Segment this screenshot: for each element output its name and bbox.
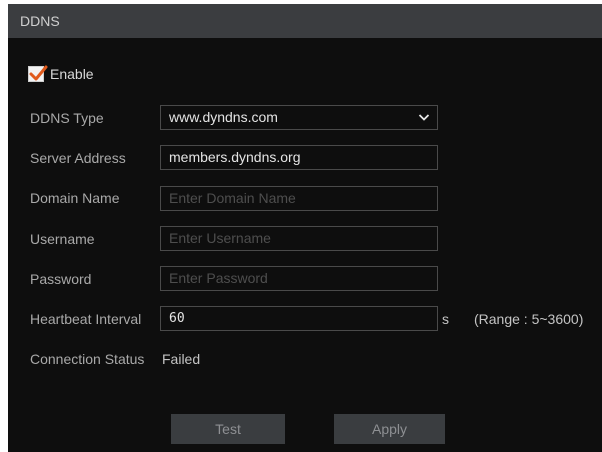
- test-button[interactable]: Test: [171, 414, 285, 444]
- ddns-panel: DDNS Enable DDNS Type www.dyndns.com Ser…: [8, 4, 602, 452]
- server-address-label: Server Address: [30, 150, 126, 166]
- heartbeat-range-text: (Range : 5~3600): [474, 311, 584, 327]
- chevron-down-icon: [418, 114, 430, 121]
- username-field[interactable]: Enter Username: [160, 226, 438, 251]
- domain-name-label: Domain Name: [30, 190, 120, 206]
- ddns-type-select[interactable]: www.dyndns.com: [160, 105, 438, 130]
- server-address-value: members.dyndns.org: [169, 149, 301, 165]
- username-label: Username: [30, 231, 95, 247]
- password-field[interactable]: Enter Password: [160, 266, 438, 291]
- heartbeat-interval-value: 60: [169, 311, 185, 326]
- heartbeat-interval-field[interactable]: 60: [160, 306, 438, 331]
- heartbeat-interval-label: Heartbeat Interval: [30, 311, 142, 327]
- checkmark-icon: [29, 65, 48, 81]
- title-bar: DDNS: [8, 4, 602, 38]
- apply-button[interactable]: Apply: [334, 414, 445, 444]
- heartbeat-range: (Range : 5~3600): [474, 311, 583, 327]
- connection-status-value: Failed: [162, 351, 201, 367]
- enable-control[interactable]: Enable: [28, 64, 94, 84]
- ddns-type-label: DDNS Type: [30, 110, 104, 126]
- heartbeat-unit: s: [442, 311, 449, 327]
- password-placeholder: Enter Password: [169, 270, 268, 286]
- domain-name-field[interactable]: Enter Domain Name: [160, 186, 438, 211]
- ddns-type-value: www.dyndns.com: [169, 109, 278, 125]
- connection-status-label: Connection Status: [30, 351, 145, 367]
- panel-title: DDNS: [20, 13, 60, 29]
- username-placeholder: Enter Username: [169, 230, 271, 246]
- domain-name-placeholder: Enter Domain Name: [169, 190, 296, 206]
- password-label: Password: [30, 271, 92, 287]
- enable-label: Enable: [50, 66, 94, 82]
- enable-checkbox[interactable]: [28, 65, 48, 82]
- server-address-field[interactable]: members.dyndns.org: [160, 145, 438, 170]
